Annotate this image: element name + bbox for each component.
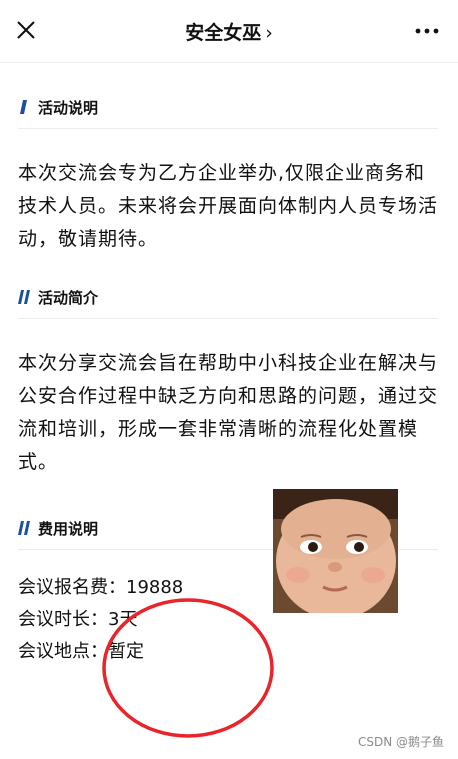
red-circle-annotation: [102, 598, 274, 738]
section-header: 活动简介: [18, 282, 438, 319]
section-body: 本次交流会专为乙方企业举办,仅限企业商务和技术人员。未来将会开展面向体制内人员专…: [18, 162, 439, 250]
more-icon: [415, 28, 439, 34]
section-title: 活动简介: [38, 288, 99, 307]
section-mark-icon: [18, 290, 30, 304]
watermark: CSDN @鹅子鱼: [357, 735, 444, 749]
chevron-right-icon: ›: [265, 22, 273, 44]
section-header: 活动说明: [18, 92, 438, 129]
section-body: 本次分享交流会旨在帮助中小科技企业在解决与公安合作过程中缺乏方向和思路的问题，通…: [18, 352, 439, 473]
page-title[interactable]: 安全女巫 ›: [0, 18, 458, 45]
more-button[interactable]: [414, 22, 440, 40]
baby-face-image: [273, 489, 398, 613]
section-mark-icon: [20, 100, 27, 114]
top-bar: 安全女巫 ›: [0, 0, 458, 63]
section-title: 费用说明: [38, 519, 99, 538]
section-mark-icon: [18, 521, 30, 535]
section-title: 活动说明: [38, 98, 99, 117]
page-title-text: 安全女巫: [185, 22, 262, 44]
